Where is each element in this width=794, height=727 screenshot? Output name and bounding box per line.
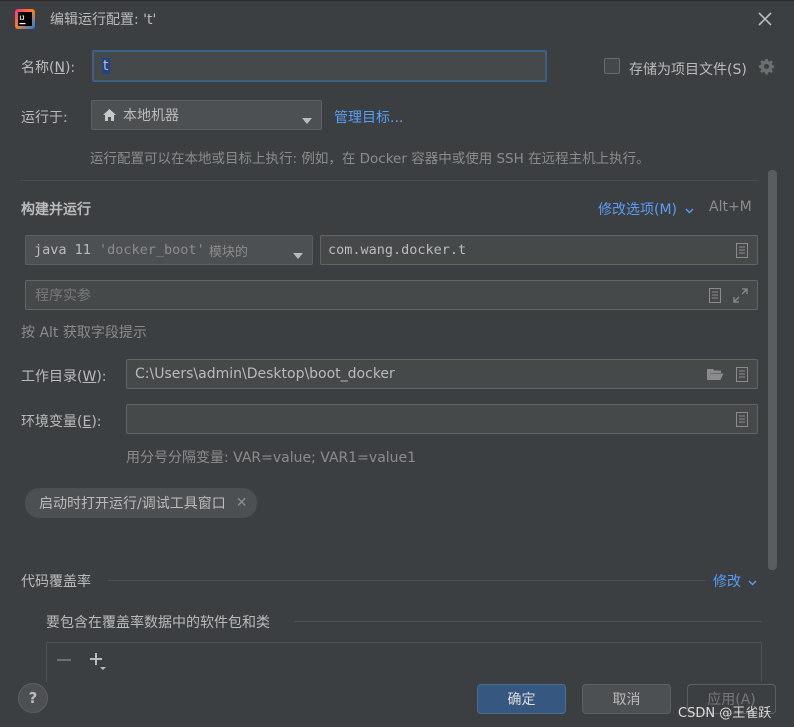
coverage-divider [108,580,706,581]
working-dir-value: C:\Users\admin\Desktop\boot_docker [135,366,395,382]
document-icon[interactable] [736,412,748,427]
modify-options-link[interactable]: 修改选项(M) [598,199,694,219]
jdk-version: java 11 [34,242,100,258]
build-run-title: 构建并运行 [21,202,91,218]
chevron-down-icon [293,247,303,263]
name-label: 名称(N): [21,60,76,76]
run-on-label: 运行于: [21,110,68,126]
chevron-down-icon [685,202,694,218]
jdk-suffix: 模块的 [204,244,248,260]
section-divider [20,180,758,181]
add-icon[interactable] [88,651,108,671]
remove-chip-icon[interactable]: ✕ [236,495,248,511]
document-icon[interactable] [736,243,748,258]
intellij-app-icon: IJ [14,8,36,30]
program-args-input[interactable]: 程序实参 [25,280,758,310]
remove-icon[interactable] [56,652,72,668]
env-vars-input[interactable] [126,404,758,434]
chevron-down-icon [302,112,312,128]
coverage-include-divider [294,621,762,622]
jdk-module: 'docker_boot' [99,242,205,258]
store-as-project-file-label: 存储为项目文件(S) [629,62,747,78]
close-icon[interactable] [756,10,774,28]
name-input-value: t [102,58,110,74]
modify-options-shortcut: Alt+M [709,199,752,215]
main-class-value: com.wang.docker.t [328,242,467,258]
coverage-modify-link[interactable]: 修改 [713,571,757,591]
watermark: CSDN @王雀跃 [678,706,772,721]
scrollbar[interactable] [768,170,777,570]
open-tool-window-chip[interactable]: 启动时打开运行/调试工具窗口 ✕ [25,488,258,518]
coverage-title: 代码覆盖率 [21,574,91,590]
name-input[interactable]: t [92,50,547,82]
window-top-border [0,0,794,1]
document-icon[interactable] [736,367,748,382]
coverage-include-title: 要包含在覆盖率数据中的软件包和类 [46,615,270,631]
ok-button[interactable]: 确定 [477,684,566,714]
working-dir-input[interactable]: C:\Users\admin\Desktop\boot_docker [126,359,758,389]
alt-hint: 按 Alt 获取字段提示 [21,325,147,341]
working-dir-label: 工作目录(W): [21,369,107,385]
run-on-hint: 运行配置可以在本地或目标上执行: 例如，在 Docker 容器中或使用 SSH … [90,151,650,167]
program-args-placeholder: 程序实参 [35,288,91,304]
run-on-value: 本地机器 [123,108,179,124]
run-on-select[interactable]: 本地机器 [91,100,322,130]
document-icon[interactable] [709,288,721,303]
folder-icon[interactable] [706,367,724,381]
chip-label: 启动时打开运行/调试工具窗口 [39,496,226,512]
home-icon [102,108,117,122]
chevron-down-icon [748,574,757,590]
store-as-project-file-checkbox[interactable] [604,58,620,74]
cancel-button[interactable]: 取消 [582,684,671,714]
jdk-select[interactable]: java 11 'docker_boot' 模块的 [25,235,313,265]
expand-icon[interactable] [733,288,748,303]
coverage-list-panel [46,642,762,682]
gear-icon[interactable] [757,57,775,75]
svg-text:IJ: IJ [20,16,25,22]
help-button[interactable]: ? [18,683,48,713]
main-class-input[interactable]: com.wang.docker.t [320,235,758,265]
env-vars-hint: 用分号分隔变量: VAR=value; VAR1=value1 [126,450,417,466]
env-vars-label: 环境变量(E): [21,414,102,430]
manage-targets-link[interactable]: 管理目标... [334,107,403,127]
dialog-title: 编辑运行配置: 't' [50,12,157,28]
